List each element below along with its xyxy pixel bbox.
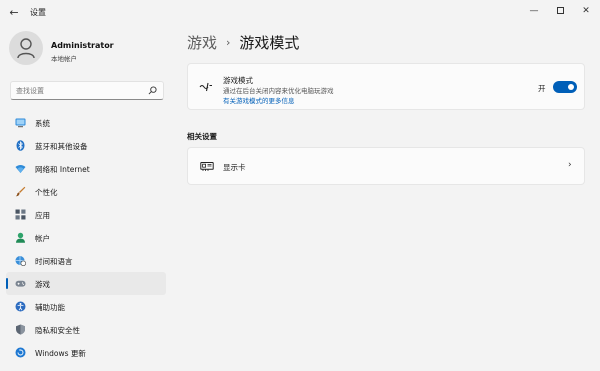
bluetooth-icon [16,140,25,151]
sidebar-item-accessibility[interactable]: 辅助功能 [6,295,166,318]
breadcrumb: 游戏 › 游戏模式 [187,32,299,53]
avatar[interactable] [9,31,43,65]
sidebar-item-label: 隐私和安全性 [35,326,80,335]
monitor-icon [15,118,26,128]
back-button[interactable]: ← [6,5,22,21]
sidebar-nav: 系统 蓝牙和其他设备 网络和 Internet 个性化 应用 帐户 时间和语言 … [6,111,166,364]
sidebar-item-personalization[interactable]: 个性化 [6,180,166,203]
person-icon [16,232,25,243]
profile-name: Administrator [51,41,114,50]
chevron-right-icon: › [568,160,572,170]
sidebar-item-gaming[interactable]: 游戏 [6,272,166,295]
graphics-label: 显示卡 [223,163,246,172]
sidebar-item-label: 网络和 Internet [35,165,90,174]
graphics-card-icon [200,162,214,171]
breadcrumb-separator-icon: › [226,36,231,49]
refresh-icon [15,347,26,358]
person-icon [17,38,35,59]
graphics-settings-row[interactable]: 显示卡 › [187,147,585,185]
sidebar-item-label: 帐户 [35,234,50,243]
sidebar-item-time-language[interactable]: 时间和语言 [6,249,166,272]
breadcrumb-parent[interactable]: 游戏 [187,34,217,52]
maximize-icon [556,7,564,14]
sidebar-item-label: 个性化 [35,188,58,197]
globe-clock-icon [15,256,26,266]
close-button[interactable]: ✕ [576,3,596,19]
sidebar-item-label: 游戏 [35,280,50,289]
sidebar-item-label: 系统 [35,119,50,128]
game-mode-card: 游戏模式 通过在后台关闭内容来优化电脑玩游戏 有关游戏模式的更多信息 开 [187,63,585,110]
brush-icon [15,186,26,197]
sidebar-item-label: Windows 更新 [35,349,86,358]
sidebar-item-system[interactable]: 系统 [6,111,166,134]
search-box[interactable] [10,81,164,100]
sidebar-item-label: 辅助功能 [35,303,65,312]
related-settings-heading: 相关设置 [187,132,217,141]
search-icon[interactable] [148,86,157,95]
toggle-knob [568,84,574,90]
profile-account-type: 本地帐户 [51,55,77,63]
sidebar-item-accounts[interactable]: 帐户 [6,226,166,249]
minimize-button[interactable]: — [524,3,544,19]
sidebar-item-windows-update[interactable]: Windows 更新 [6,341,166,364]
game-mode-toggle[interactable] [553,81,577,93]
game-mode-description: 通过在后台关闭内容来优化电脑玩游戏 [223,87,334,95]
sidebar-item-label: 应用 [35,211,50,220]
game-mode-learn-more-link[interactable]: 有关游戏模式的更多信息 [223,95,295,105]
search-input[interactable] [16,84,144,97]
toggle-state-label: 开 [538,84,546,93]
accessibility-icon [15,301,26,312]
game-mode-icon [199,82,212,92]
sidebar-item-bluetooth[interactable]: 蓝牙和其他设备 [6,134,166,157]
maximize-button[interactable] [550,3,570,19]
window-title: 设置 [30,8,46,17]
sidebar-item-label: 时间和语言 [35,257,73,266]
apps-icon [15,209,26,220]
page-title: 游戏模式 [239,34,300,52]
sidebar-item-privacy[interactable]: 隐私和安全性 [6,318,166,341]
shield-icon [16,324,25,335]
gamepad-icon [15,280,26,287]
sidebar-item-apps[interactable]: 应用 [6,203,166,226]
sidebar-item-network[interactable]: 网络和 Internet [6,157,166,180]
sidebar-item-label: 蓝牙和其他设备 [35,142,88,151]
wifi-icon [15,165,26,173]
title-bar: ← 设置 — ✕ [0,0,600,26]
